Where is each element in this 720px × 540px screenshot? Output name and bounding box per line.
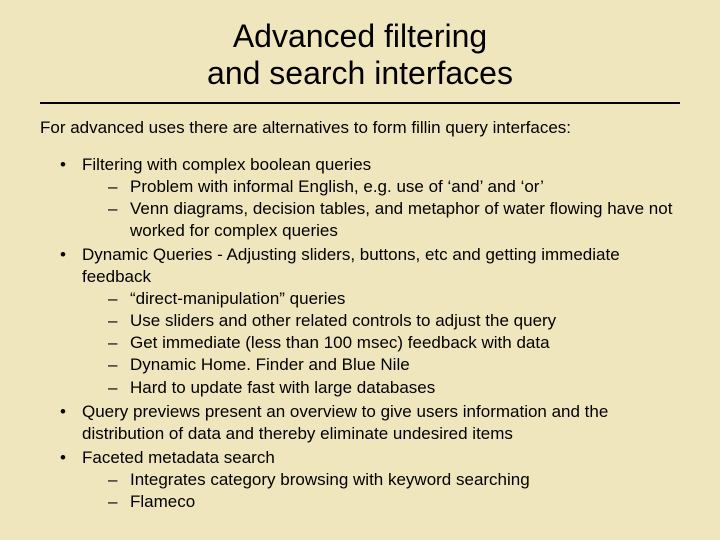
sub-list: Integrates category browsing with keywor… [82, 469, 680, 513]
sub-item: Get immediate (less than 100 msec) feedb… [108, 332, 680, 354]
bullet-text: Dynamic Queries - Adjusting sliders, but… [82, 245, 620, 286]
bullet-item: Faceted metadata search Integrates categ… [60, 447, 680, 513]
sub-item: Dynamic Home. Finder and Blue Nile [108, 354, 680, 376]
bullet-text: Filtering with complex boolean queries [82, 155, 371, 174]
sub-item: Integrates category browsing with keywor… [108, 469, 680, 491]
sub-item: Hard to update fast with large databases [108, 377, 680, 399]
sub-list: Problem with informal English, e.g. use … [82, 176, 680, 242]
sub-item: Flameco [108, 491, 680, 513]
bullet-item: Dynamic Queries - Adjusting sliders, but… [60, 244, 680, 399]
sub-item: Use sliders and other related controls t… [108, 310, 680, 332]
bullet-list: Filtering with complex boolean queries P… [40, 154, 680, 514]
title-underline [40, 102, 680, 104]
bullet-item: Query previews present an overview to gi… [60, 401, 680, 445]
sub-list: “direct-manipulation” queries Use slider… [82, 288, 680, 398]
slide-title: Advanced filtering and search interfaces [40, 18, 680, 92]
title-line-1: Advanced filtering [233, 18, 487, 54]
sub-item: “direct-manipulation” queries [108, 288, 680, 310]
bullet-text: Faceted metadata search [82, 448, 275, 467]
title-line-2: and search interfaces [207, 55, 513, 91]
sub-item: Problem with informal English, e.g. use … [108, 176, 680, 198]
bullet-item: Filtering with complex boolean queries P… [60, 154, 680, 242]
sub-item: Venn diagrams, decision tables, and meta… [108, 198, 680, 242]
intro-text: For advanced uses there are alternatives… [40, 118, 680, 138]
